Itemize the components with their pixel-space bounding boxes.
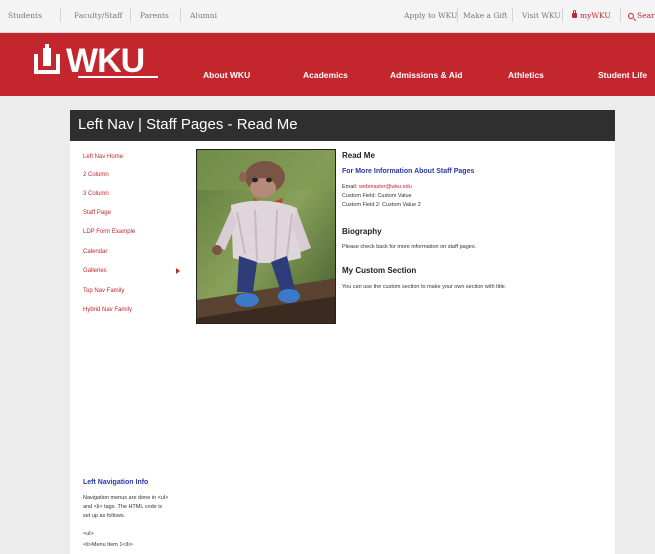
- link-search[interactable]: Search: [628, 11, 655, 20]
- navinfo-line: and <li> tags. The HTML code is: [83, 504, 163, 510]
- nav-about-wku[interactable]: About WKU: [203, 70, 250, 80]
- nav-academics[interactable]: Academics: [303, 70, 348, 80]
- cupola-logo-icon: [34, 44, 60, 74]
- nav-student-life[interactable]: Student Life: [598, 70, 647, 80]
- expand-arrow-icon[interactable]: [176, 268, 180, 274]
- site-header: WKU: [0, 33, 655, 96]
- leftnav-item-staff-page[interactable]: Staff Page: [83, 210, 111, 216]
- divider: [60, 8, 61, 22]
- email-label: Email:: [342, 184, 358, 190]
- link-students[interactable]: Students: [8, 11, 42, 20]
- page-title-bar: Left Nav | Staff Pages - Read Me: [70, 110, 615, 141]
- navinfo-line: <ul>: [83, 531, 94, 537]
- link-mywku[interactable]: myWKU: [572, 10, 611, 20]
- link-apply[interactable]: Apply to WKU: [404, 11, 457, 20]
- link-parents[interactable]: Parents: [140, 11, 169, 20]
- more-info-link[interactable]: For More Information About Staff Pages: [342, 168, 474, 175]
- custom-section-heading: My Custom Section: [342, 266, 417, 275]
- divider: [620, 8, 621, 22]
- leftnav-item-ldp-form[interactable]: LDP Form Example: [83, 229, 135, 235]
- readme-heading: Read Me: [342, 151, 375, 160]
- left-navigation-info-heading: Left Navigation Info: [83, 479, 149, 486]
- page-title: Left Nav | Staff Pages - Read Me: [78, 116, 298, 133]
- logo-underline: [78, 76, 158, 78]
- custom-section-text: You can use the custom section to make y…: [342, 284, 507, 290]
- divider: [562, 8, 563, 22]
- link-make-gift[interactable]: Make a Gift: [463, 11, 508, 20]
- lock-icon: [572, 10, 577, 18]
- staff-photo: [196, 149, 336, 324]
- search-icon: [628, 13, 634, 19]
- nav-athletics[interactable]: Athletics: [508, 70, 544, 80]
- leftnav-item-calendar[interactable]: Calendar: [83, 249, 107, 255]
- biography-heading: Biography: [342, 227, 382, 236]
- navinfo-line: Navigation menus are done in <ul>: [83, 495, 169, 501]
- link-visit[interactable]: Visit WKU: [522, 11, 561, 20]
- leftnav-item-top-nav-family[interactable]: Top Nav Family: [83, 288, 124, 294]
- leftnav-item-3-column[interactable]: 3 Column: [83, 191, 109, 197]
- link-alumni[interactable]: Alumni: [190, 11, 217, 20]
- nav-admissions-aid[interactable]: Admissions & Aid: [390, 70, 462, 80]
- wku-logo[interactable]: WKU: [34, 42, 145, 80]
- divider: [457, 8, 458, 22]
- main-content: Left Nav | Staff Pages - Read Me Left Na…: [70, 110, 615, 554]
- email-row: Email: webmaster@wku.edu: [342, 184, 412, 190]
- leftnav-item-galleries[interactable]: Galleries: [83, 268, 107, 274]
- divider: [130, 8, 131, 22]
- divider: [180, 8, 181, 22]
- custom-field-1: Custom Field: Custom Value: [342, 193, 412, 199]
- navinfo-line: <li>Menu Item 1</li>: [83, 542, 133, 548]
- leftnav-item-2-column[interactable]: 2 Column: [83, 172, 109, 178]
- leftnav-item-hybrid-nav-family[interactable]: Hybrid Nav Family: [83, 307, 132, 313]
- leftnav-item-home[interactable]: Left Nav Home: [83, 154, 123, 160]
- email-link[interactable]: webmaster@wku.edu: [359, 184, 412, 190]
- biography-text: Please check back for more information o…: [342, 244, 477, 250]
- link-faculty-staff[interactable]: Faculty/Staff: [74, 11, 122, 20]
- divider: [512, 8, 513, 22]
- custom-field-2: Custom Field 2: Custom Value 2: [342, 202, 421, 208]
- navinfo-line: set up as follows.: [83, 513, 126, 519]
- utility-bar: Students Faculty/Staff Parents Alumni Ap…: [0, 0, 655, 33]
- logo-wordmark: WKU: [66, 42, 145, 80]
